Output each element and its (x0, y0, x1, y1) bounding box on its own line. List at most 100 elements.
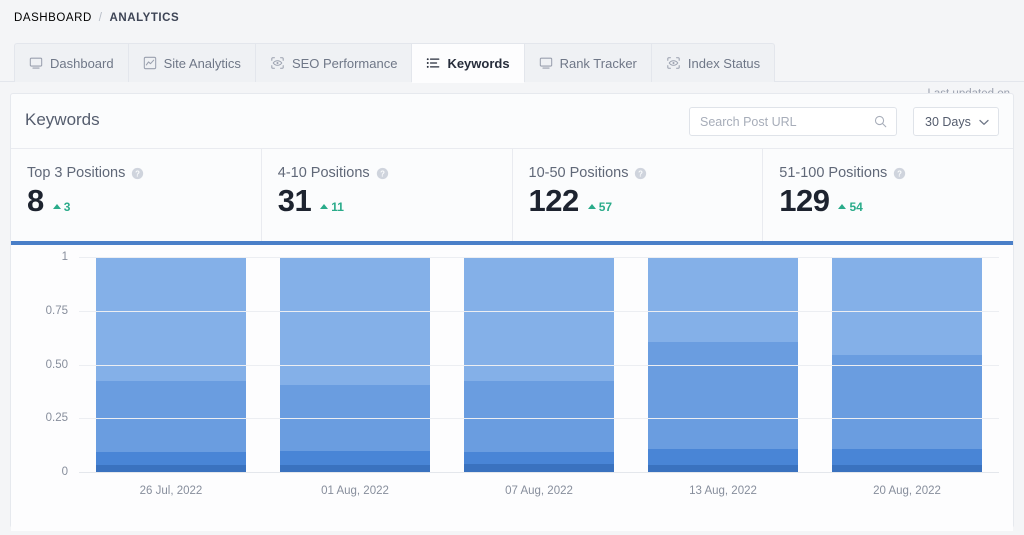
chart-bar[interactable] (648, 258, 798, 473)
stat-label-text: 51-100 Positions (779, 165, 888, 181)
help-icon[interactable]: ? (893, 167, 906, 180)
search-icon[interactable] (874, 115, 896, 128)
stat-delta-value: 54 (849, 199, 863, 214)
chart-x-tick-label: 20 Aug, 2022 (873, 485, 941, 497)
keywords-panel: Keywords 30 Days To (10, 93, 1014, 531)
stat-label: 4-10 Positions? (278, 165, 512, 181)
chart-bar-segment (464, 380, 614, 452)
chart-bar-slot (79, 258, 263, 473)
chart-bar-segment (648, 449, 798, 466)
chart-y-tick-label: 0.75 (45, 304, 68, 317)
tab-seo-performance[interactable]: SEO Performance (254, 43, 412, 82)
stat-label: 10-50 Positions? (529, 165, 763, 181)
svg-text:?: ? (897, 169, 902, 178)
stat-card-row: Top 3 Positions? 8 3 4-10 Positions? 31 11 10-… (11, 149, 1013, 241)
stat-delta-value: 11 (331, 199, 344, 214)
chart-bar-segment (280, 451, 430, 466)
tab-label: Dashboard (50, 55, 114, 71)
chart-bar-segment (280, 258, 430, 385)
chart-bar-slot (263, 258, 447, 473)
chart-icon (143, 56, 157, 70)
chart-x-tick-label: 26 Jul, 2022 (139, 485, 203, 497)
svg-text:?: ? (380, 169, 385, 178)
search-input-wrapper[interactable] (689, 107, 897, 136)
chart-x-axis: 26 Jul, 2022 01 Aug, 2022 07 Aug, 2022 13 A… (79, 485, 999, 497)
chart-bar[interactable] (280, 258, 430, 473)
trend-up-icon (320, 204, 329, 209)
chart-bar-segment (832, 449, 982, 466)
stat-delta-value: 3 (63, 199, 71, 214)
stat-label-text: 10-50 Positions (528, 165, 629, 181)
list-icon (426, 56, 440, 70)
tab-bar: Dashboard Site Analytics SEO Performance Ke… (0, 43, 1024, 115)
breadcrumb: DASHBOARD / ANALYTICS (14, 12, 179, 24)
stat-card: 4-10 Positions? 31 11 (262, 149, 513, 241)
chart-gridline: 0.75 (46, 305, 999, 317)
trend-up-icon (52, 204, 61, 209)
stat-value: 129 (779, 183, 830, 218)
tab-keywords[interactable]: Keywords (411, 43, 524, 83)
tab-dashboard[interactable]: Dashboard (14, 43, 128, 82)
chevron-down-icon (979, 115, 989, 129)
chart-bar-slot (631, 258, 815, 473)
stat-delta: 3 (52, 199, 71, 214)
stat-card: 10-50 Positions? 122 57 (513, 149, 764, 241)
tab-rank-tracker[interactable]: Rank Tracker (523, 43, 651, 82)
chart-y-tick-label: 1 (61, 251, 68, 263)
help-icon[interactable]: ? (634, 167, 647, 180)
stat-value-row: 129 54 (779, 183, 1013, 219)
tab-index-status[interactable]: Index Status (650, 43, 776, 82)
help-icon[interactable]: ? (131, 167, 144, 180)
monitor-icon (539, 56, 553, 70)
stat-value-row: 83 (27, 183, 261, 219)
stat-delta-value: 57 (598, 199, 613, 214)
chart-gridline: 0 (62, 466, 999, 478)
trend-up-icon (587, 204, 596, 209)
chart-x-tick-label: 13 Aug, 2022 (689, 485, 757, 497)
tab-site-analytics[interactable]: Site Analytics (127, 43, 255, 82)
chart-y-tick-label: 0 (61, 466, 68, 478)
stat-label-text: Top 3 Positions (27, 165, 126, 181)
breadcrumb-separator: / (98, 12, 103, 24)
search-input[interactable] (690, 114, 874, 129)
tab-label: Index Status (687, 55, 761, 71)
chart-bar-segment (832, 354, 982, 450)
chart-bar[interactable] (464, 258, 614, 473)
chart-bar-slot (447, 258, 631, 473)
tab-label: Rank Tracker (559, 55, 637, 71)
chart-bar-segment (96, 380, 246, 452)
keywords-chart: 0 0.25 0.50 0.75 1 26 Jul, 2022 01 Aug, 2022 0… (11, 245, 1013, 531)
tab-label: Keywords (447, 55, 510, 71)
stat-delta: 54 (838, 199, 863, 214)
chart-bar-segment (648, 258, 798, 342)
stat-delta: 11 (320, 200, 344, 214)
chart-x-tick-label: 07 Aug, 2022 (505, 485, 573, 497)
page-title: Keywords (25, 110, 100, 129)
stat-value: 8 (27, 183, 44, 218)
svg-text:?: ? (135, 169, 140, 178)
chart-bar-segment (464, 258, 614, 381)
chart-bar-segment (96, 258, 246, 381)
svg-text:?: ? (639, 169, 644, 178)
date-range-select[interactable]: 30 Days (913, 107, 999, 136)
help-icon[interactable]: ? (376, 167, 389, 180)
stat-label: 51-100 Positions? (779, 165, 1013, 181)
stat-value: 31 (277, 183, 312, 218)
chart-y-tick-label: 0.50 (45, 358, 68, 371)
chart-bar[interactable] (96, 258, 246, 473)
chart-gridline: 0.50 (46, 359, 999, 371)
chart-bar-segment (648, 341, 798, 450)
chart-bar-segment (832, 258, 982, 355)
stat-card: Top 3 Positions? 8 3 (11, 149, 262, 241)
stat-value-row: 122 57 (529, 183, 763, 219)
chart-bar-segment (464, 451, 614, 465)
stat-delta: 57 (587, 199, 613, 214)
panel-header: Keywords 30 Days (11, 94, 1013, 149)
stat-card: 51-100 Positions? 129 54 (763, 149, 1013, 241)
chart-y-tick-label: 0.25 (45, 412, 68, 425)
chart-bar-segment (96, 451, 246, 466)
breadcrumb-root[interactable]: DASHBOARD (14, 12, 92, 24)
chart-plot-area: 0 0.25 0.50 0.75 1 (46, 251, 999, 478)
tab-label: Site Analytics (163, 55, 241, 71)
chart-bar[interactable] (832, 258, 982, 473)
